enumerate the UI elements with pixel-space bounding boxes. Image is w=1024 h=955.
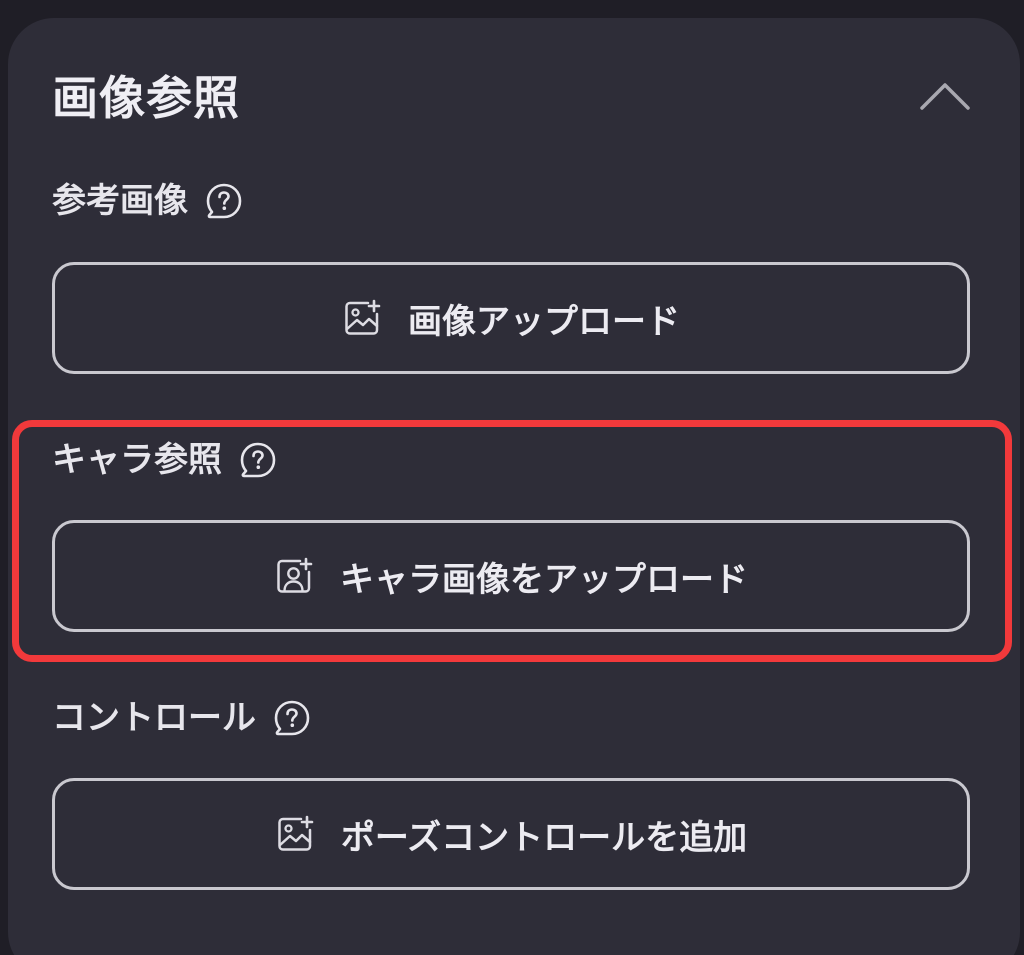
section-label-character: キャラ参照: [52, 438, 278, 482]
add-pose-control-button[interactable]: ポーズコントロールを追加: [52, 778, 970, 890]
upload-image-label: 画像アップロード: [408, 301, 680, 342]
collapse-button[interactable]: [914, 72, 976, 120]
image-add-icon: [345, 299, 381, 335]
help-bubble-icon[interactable]: [272, 698, 312, 738]
upload-character-button[interactable]: キャラ画像をアップロード: [52, 520, 970, 632]
section-label-reference: 参考画像: [52, 179, 244, 223]
character-label: キャラ参照: [52, 440, 222, 480]
help-bubble-icon[interactable]: [238, 440, 278, 480]
upload-character-label: キャラ画像をアップロード: [340, 559, 748, 600]
upload-image-button[interactable]: 画像アップロード: [52, 262, 970, 374]
add-pose-control-label: ポーズコントロールを追加: [340, 817, 748, 858]
image-add-icon: [278, 815, 314, 851]
chevron-up-icon: [920, 83, 970, 110]
panel-title: 画像参照: [52, 71, 240, 125]
control-label: コントロール: [52, 698, 256, 738]
person-add-icon: [277, 557, 313, 593]
reference-label: 参考画像: [52, 181, 188, 221]
help-bubble-icon[interactable]: [204, 181, 244, 221]
section-label-control: コントロール: [52, 696, 312, 740]
